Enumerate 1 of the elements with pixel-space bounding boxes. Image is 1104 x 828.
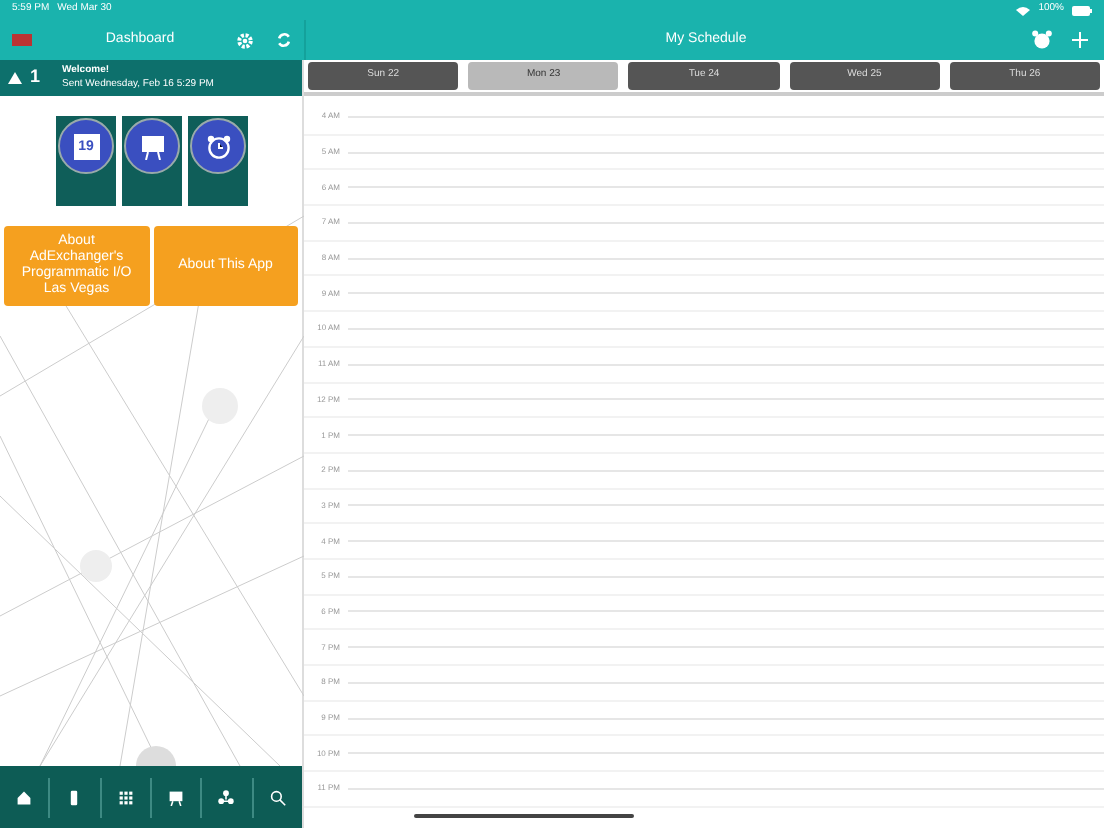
notification-count: 1 (30, 64, 43, 91)
